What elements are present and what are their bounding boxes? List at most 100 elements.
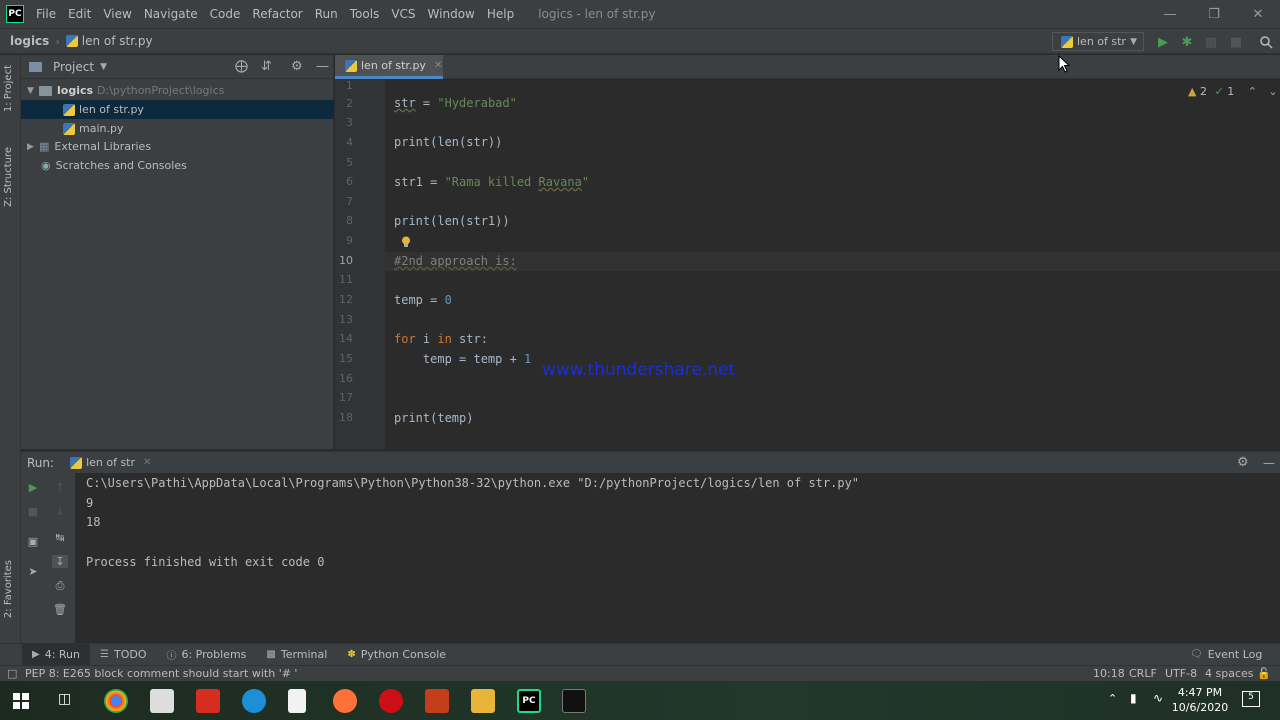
minimize-icon[interactable]: — xyxy=(1148,0,1192,28)
tray-overflow-icon[interactable]: ⌃ xyxy=(1108,692,1117,705)
store-icon[interactable] xyxy=(150,689,174,713)
tab-python-console[interactable]: ✽ Python Console xyxy=(337,644,456,666)
editor-tab-label: len of str.py xyxy=(361,59,426,72)
tab-todo[interactable]: ☰ TODO xyxy=(90,644,156,666)
pycharm-taskbar-icon[interactable]: PC xyxy=(517,689,541,713)
scroll-up-icon[interactable]: ↑ xyxy=(52,481,68,494)
menu-code[interactable]: Code xyxy=(204,0,247,28)
locate-file-icon[interactable]: ⨁ xyxy=(235,59,248,74)
menu-window[interactable]: Window xyxy=(422,0,481,28)
tree-item-main[interactable]: main.py xyxy=(21,119,334,138)
run-icon[interactable]: ▶ xyxy=(1154,33,1172,51)
menu-run[interactable]: Run xyxy=(309,0,344,28)
file-icon[interactable] xyxy=(288,689,306,713)
pin-tab-icon[interactable]: ➤ xyxy=(25,565,41,578)
layout-icon[interactable]: ▣ xyxy=(25,535,41,548)
menu-refactor[interactable]: Refactor xyxy=(246,0,308,28)
menu-tools[interactable]: Tools xyxy=(344,0,386,28)
line-separator[interactable]: CRLF xyxy=(1129,667,1157,680)
code-token: Ravana xyxy=(538,175,582,189)
hide-panel-icon[interactable]: — xyxy=(1263,456,1275,470)
opera-icon[interactable] xyxy=(379,689,403,713)
scroll-to-end-icon[interactable]: ↧ xyxy=(52,555,68,568)
menu-file[interactable]: File xyxy=(30,0,62,28)
indent-setting[interactable]: 4 spaces xyxy=(1205,667,1254,680)
gear-icon[interactable]: ⚙ xyxy=(291,59,303,74)
powerpoint-icon[interactable] xyxy=(425,689,449,713)
tool-tab-project[interactable]: 1: Project xyxy=(3,65,14,112)
tab-event-log[interactable]: 🗨 Event Log xyxy=(1180,644,1272,666)
caret-position[interactable]: 10:18 xyxy=(1093,667,1125,680)
hide-panel-icon[interactable]: — xyxy=(316,59,329,74)
firefox-icon[interactable] xyxy=(333,689,357,713)
wifi-icon[interactable]: ∿ xyxy=(1153,691,1163,705)
run-tab-len-of-str[interactable]: len of str ✕ xyxy=(70,456,151,469)
command-prompt-icon[interactable] xyxy=(562,689,586,713)
restore-icon[interactable]: ❐ xyxy=(1192,0,1236,28)
inspection-widget[interactable]: ▲ 2 ✓ 1 ⌃ ⌄ xyxy=(1188,85,1278,98)
battery-icon[interactable]: ▮ xyxy=(1130,691,1137,705)
lock-icon[interactable]: 🔓 xyxy=(1257,667,1271,680)
chrome-icon[interactable] xyxy=(104,689,128,713)
tab-problems[interactable]: ⓘ 6: Problems xyxy=(156,644,256,666)
debug-icon[interactable]: ✱ xyxy=(1178,33,1196,51)
breadcrumb-file[interactable]: len of str.py xyxy=(82,34,153,48)
menu-help[interactable]: Help xyxy=(481,0,520,28)
clock[interactable]: 4:47 PM 10/6/2020 xyxy=(1170,685,1230,715)
menu-vcs[interactable]: VCS xyxy=(385,0,421,28)
scroll-down-icon[interactable]: ↓ xyxy=(52,505,68,518)
stop-icon[interactable]: ■ xyxy=(25,505,41,518)
next-highlight-icon[interactable]: ⌄ xyxy=(1268,85,1277,98)
menu-edit[interactable]: Edit xyxy=(62,0,97,28)
previous-highlight-icon[interactable]: ⌃ xyxy=(1248,85,1257,98)
tree-item-scratches[interactable]: ◉ Scratches and Consoles xyxy=(21,156,334,175)
navigation-bar: logics › len of str.py len of str ▼ ▶ ✱ … xyxy=(0,28,1280,54)
chevron-down-icon[interactable]: ▼ xyxy=(100,62,107,72)
media-app-icon[interactable] xyxy=(196,689,220,713)
notification-center-icon[interactable]: 5 xyxy=(1242,691,1260,707)
tool-tab-structure[interactable]: Z: Structure xyxy=(3,147,14,207)
python-console-icon: ✽ xyxy=(347,649,356,660)
stop-icon[interactable]: ■ xyxy=(1227,33,1245,51)
tab-terminal[interactable]: ▩ Terminal xyxy=(256,644,337,666)
editor-tab-len-of-str[interactable]: len of str.py ✕ xyxy=(335,55,443,79)
soft-wrap-icon[interactable]: ↹ xyxy=(52,531,68,544)
gear-icon[interactable]: ⚙ xyxy=(1237,455,1249,470)
windows-start-icon[interactable] xyxy=(13,693,29,709)
search-icon[interactable] xyxy=(1257,33,1275,51)
menu-navigate[interactable]: Navigate xyxy=(138,0,204,28)
edge-icon[interactable] xyxy=(242,689,266,713)
run-with-coverage-icon[interactable]: ▩ xyxy=(1202,33,1220,51)
collapse-all-icon[interactable]: ⇵ xyxy=(261,59,272,74)
tree-item-label: Scratches and Consoles xyxy=(55,159,187,172)
line-number: 5 xyxy=(346,156,353,169)
expanded-arrow-icon[interactable]: ▼ xyxy=(27,86,39,96)
current-line-highlight xyxy=(385,252,1280,271)
trash-icon[interactable]: 🗑 xyxy=(52,603,68,616)
print-icon[interactable]: ⎙ xyxy=(52,579,68,593)
file-encoding[interactable]: UTF-8 xyxy=(1165,667,1197,680)
run-configuration-select[interactable]: len of str ▼ xyxy=(1052,32,1144,51)
tree-item-logics[interactable]: ▼ logics D:\pythonProject\logics xyxy=(21,81,334,100)
menu-view[interactable]: View xyxy=(97,0,137,28)
run-console[interactable]: C:\Users\Pathi\AppData\Local\Programs\Py… xyxy=(75,473,1280,643)
project-panel-title[interactable]: Project xyxy=(53,60,94,74)
file-explorer-icon[interactable] xyxy=(471,689,495,713)
tool-tab-favorites[interactable]: 2: Favorites xyxy=(3,560,14,618)
task-view-icon[interactable]: ◫ xyxy=(58,691,71,707)
tab-run[interactable]: ▶ 4: Run xyxy=(22,643,90,666)
breadcrumb-project[interactable]: logics xyxy=(10,34,49,48)
collapsed-arrow-icon[interactable]: ▶ xyxy=(27,142,39,152)
toggle-tool-windows-icon[interactable]: □ xyxy=(7,667,17,680)
close-tab-icon[interactable]: ✕ xyxy=(143,457,151,468)
close-window-icon[interactable]: ✕ xyxy=(1236,0,1280,28)
tree-item-external-libraries[interactable]: ▶ ▦ External Libraries xyxy=(21,137,334,156)
intention-bulb-icon[interactable] xyxy=(401,236,411,248)
close-tab-icon[interactable]: ✕ xyxy=(434,60,442,71)
list-icon: ☰ xyxy=(100,649,109,660)
status-bar: □ PEP 8: E265 block comment should start… xyxy=(0,665,1280,681)
tree-item-len-of-str[interactable]: len of str.py xyxy=(21,100,334,119)
rerun-icon[interactable]: ▶ xyxy=(25,481,41,494)
code-token: str xyxy=(394,96,416,110)
code-editor[interactable]: str = "Hyderabad" print(len(str)) str1 =… xyxy=(385,79,1280,449)
